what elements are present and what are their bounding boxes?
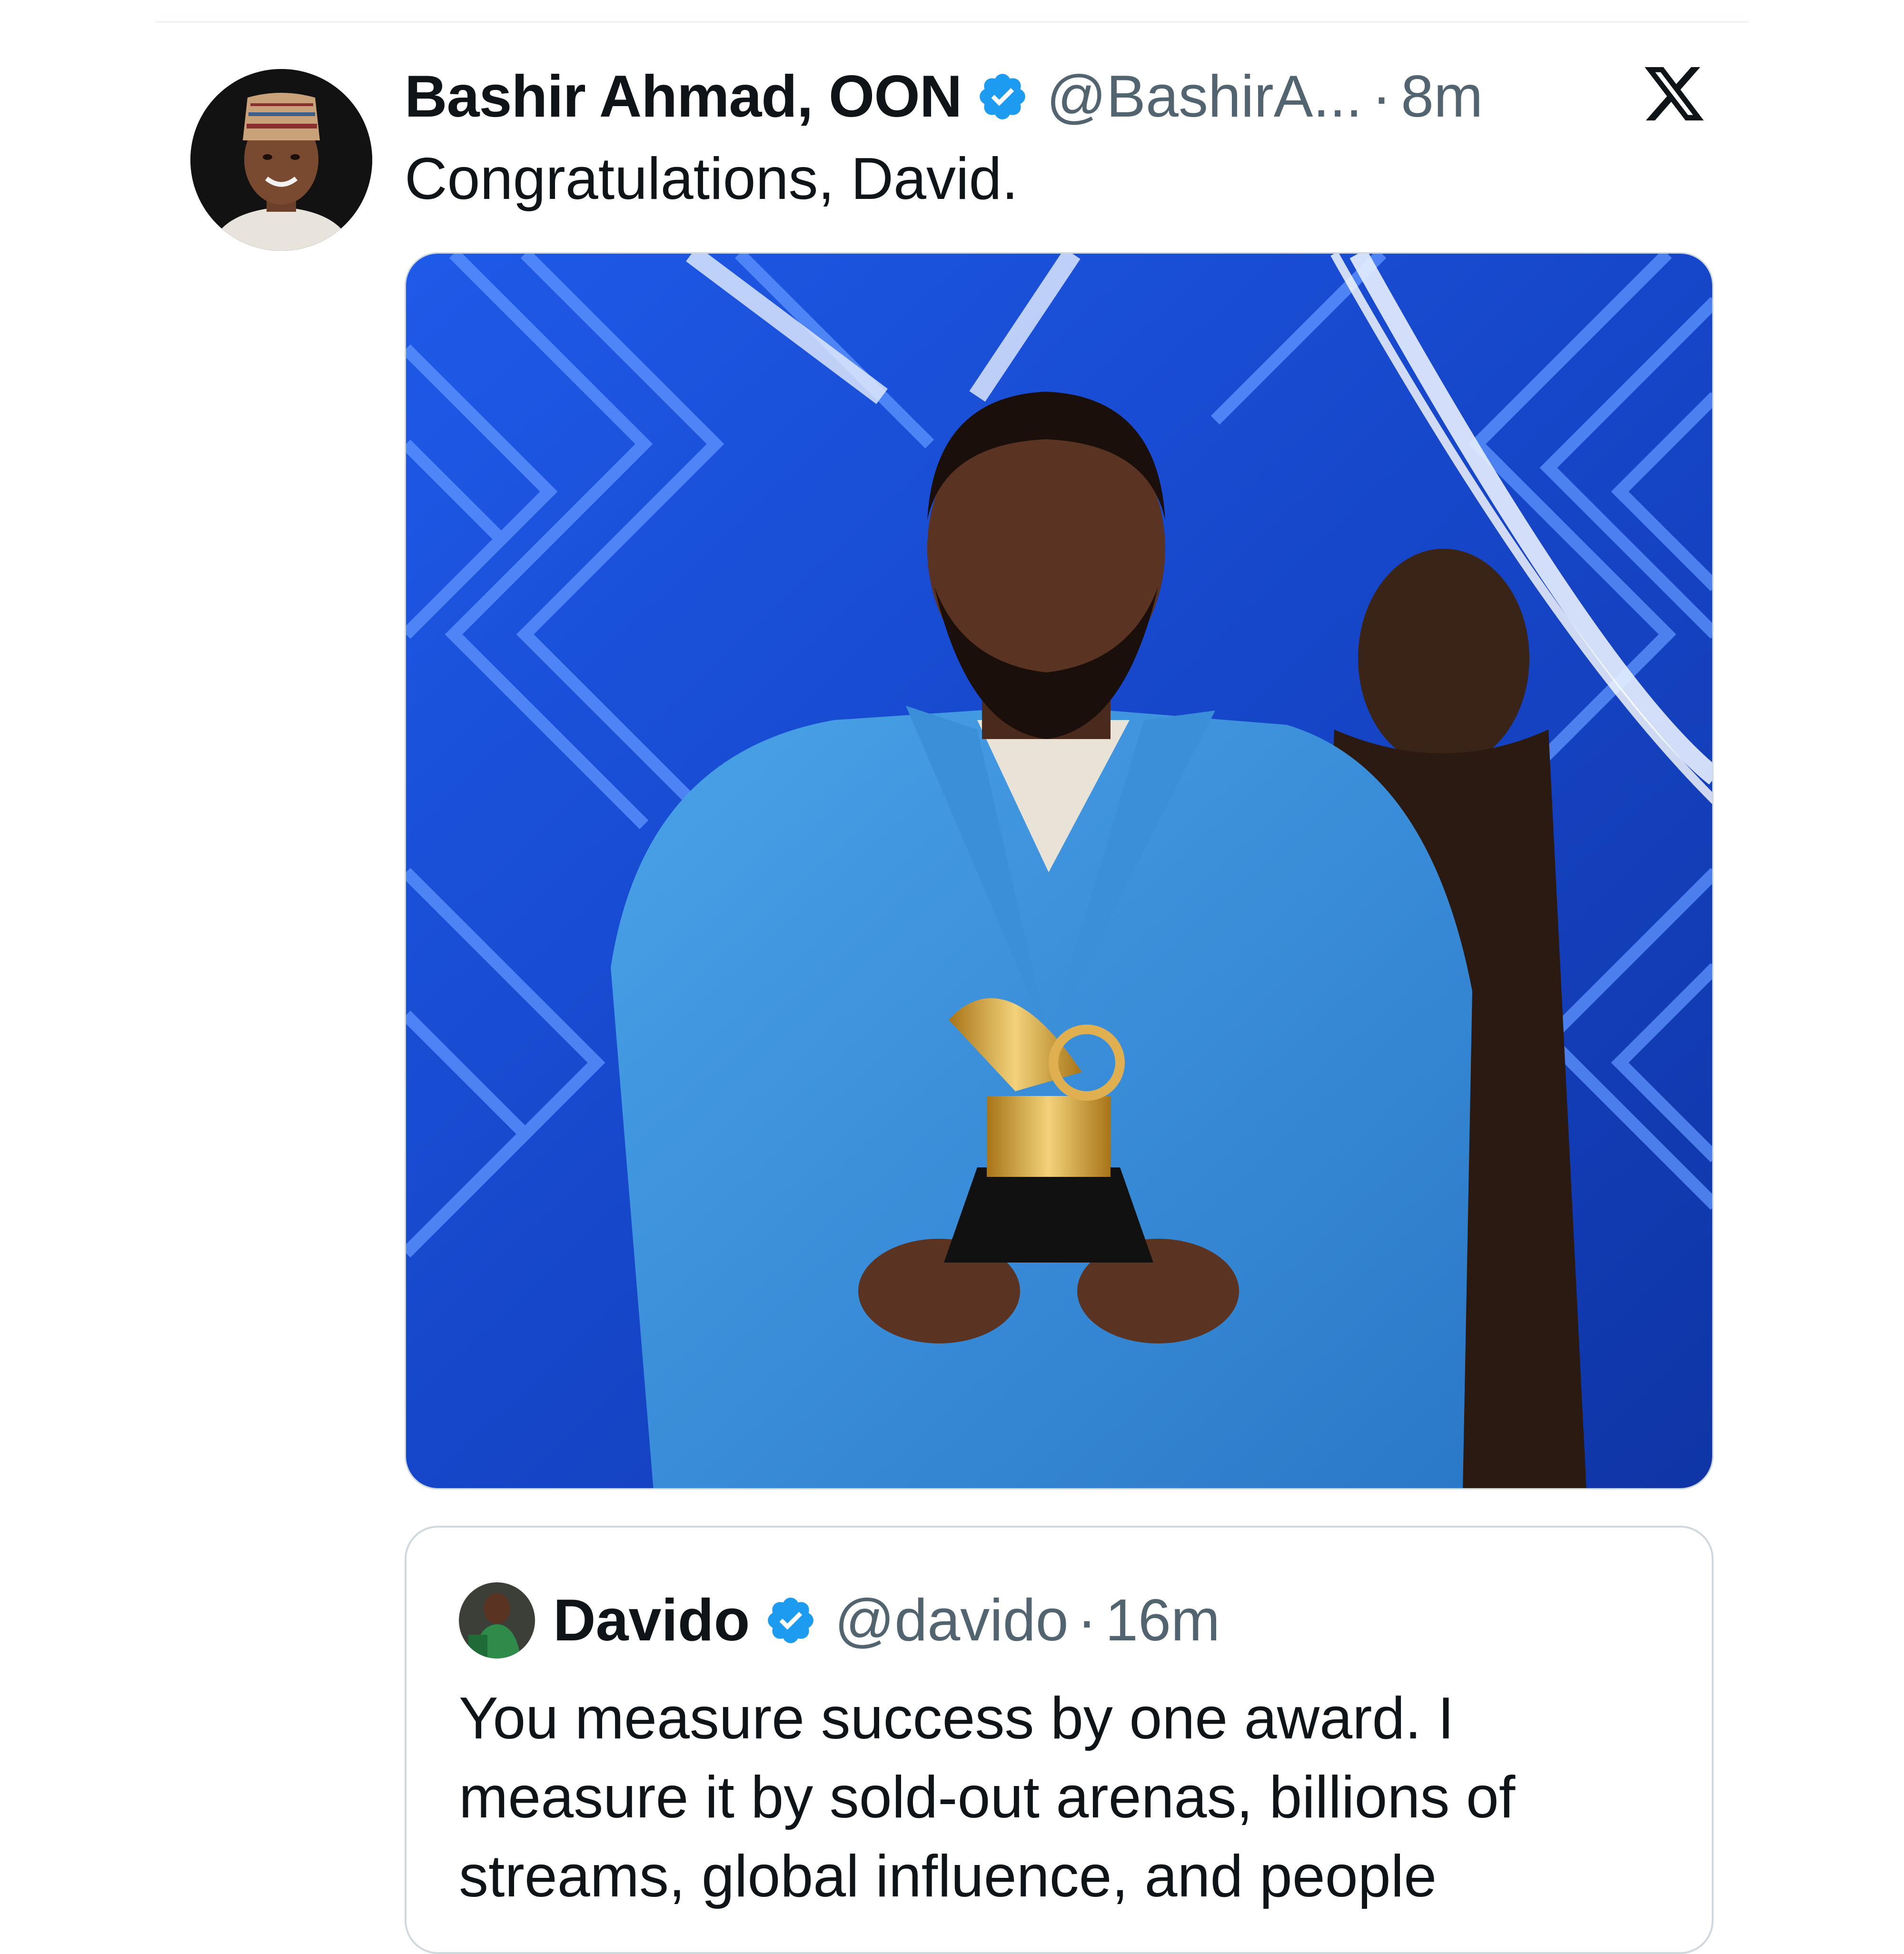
quoted-verified-badge-icon — [764, 1594, 817, 1647]
tweet-timestamp[interactable]: 8m — [1401, 63, 1483, 130]
quoted-tweet-card[interactable]: Davido @davido · 16m You measure success… — [405, 1526, 1714, 1954]
x-logo-icon[interactable] — [1641, 61, 1707, 127]
author-avatar[interactable] — [190, 69, 372, 251]
separator-dot: · — [1371, 64, 1392, 129]
quoted-separator-dot: · — [1077, 1588, 1097, 1653]
quoted-display-name[interactable]: Davido — [553, 1587, 750, 1654]
author-display-name[interactable]: Bashir Ahmad, OON — [405, 63, 962, 130]
verified-badge-icon — [976, 70, 1029, 123]
top-divider — [156, 21, 1748, 23]
quoted-timestamp[interactable]: 16m — [1105, 1587, 1220, 1654]
quoted-tweet-header: Davido @davido · 16m — [553, 1580, 1220, 1661]
tweet-text: Congratulations, David. — [405, 146, 1018, 212]
tweet-media-image[interactable] — [405, 252, 1714, 1490]
quoted-handle[interactable]: @davido — [834, 1587, 1068, 1654]
quoted-tweet-text: You measure success by one award. I meas… — [459, 1686, 1516, 1909]
tweet-header: Bashir Ahmad, OON @BashirA... · 8m — [405, 61, 1483, 132]
author-handle[interactable]: @BashirA... — [1046, 63, 1362, 130]
quoted-author-avatar[interactable] — [459, 1582, 535, 1658]
